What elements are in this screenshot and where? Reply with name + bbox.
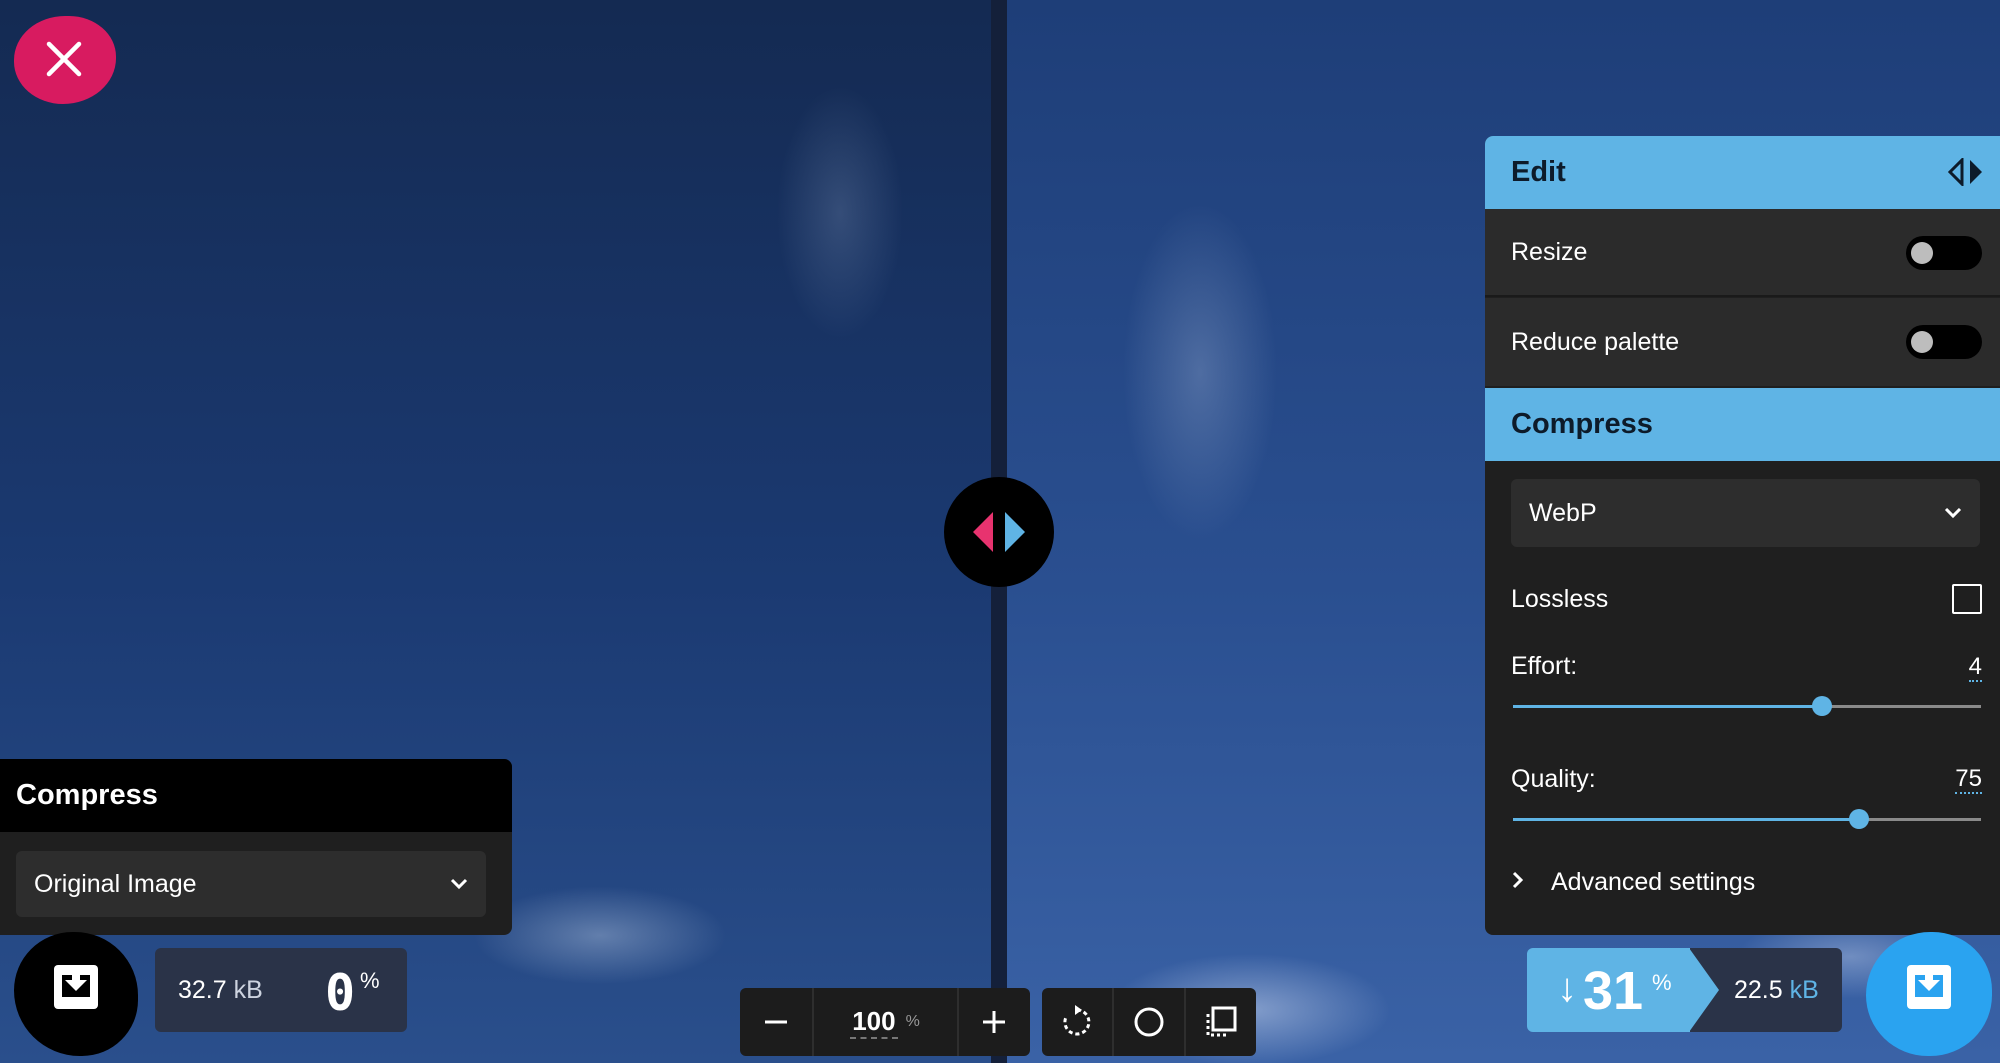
chevron-down-icon [450, 878, 468, 890]
resize-label: Resize [1511, 237, 1588, 266]
image-tools-toolbar [1042, 988, 1256, 1056]
compress-title: Compress [1511, 408, 1653, 440]
format-select[interactable]: WebP [1511, 479, 1980, 547]
effort-input[interactable]: 4 [1968, 654, 1982, 682]
zoom-toolbar: 100 % [740, 988, 1030, 1056]
download-icon [1907, 965, 1951, 1009]
download-compressed-button[interactable] [1866, 932, 1992, 1056]
close-icon [46, 41, 82, 77]
original-percent-sign: % [360, 968, 380, 993]
left-compress-title: Compress [0, 759, 512, 832]
quality-slider-fill [1513, 818, 1860, 821]
effort-slider[interactable] [1513, 696, 1981, 716]
quality-slider[interactable] [1513, 809, 1981, 829]
download-icon [54, 965, 98, 1009]
effort-slider-thumb[interactable] [1811, 696, 1832, 716]
plus-icon [983, 1011, 1006, 1033]
left-options-panel: Compress Original Image [0, 759, 512, 935]
background-toggle-button[interactable] [1112, 988, 1184, 1056]
savings-badge: ↓ 31 % [1527, 948, 1703, 1032]
original-size-stats: 32.7 kB 0 % [155, 948, 407, 1032]
down-arrow-icon: ↓ [1557, 966, 1577, 1010]
zoom-in-button[interactable] [959, 988, 1031, 1056]
original-percent: 0 [325, 964, 356, 1022]
left-method-select[interactable]: Original Image [16, 851, 486, 917]
quality-slider-thumb[interactable] [1849, 809, 1870, 829]
zoom-unit: % [905, 1013, 920, 1030]
circle-icon [1134, 1007, 1164, 1037]
edit-title: Edit [1511, 156, 1566, 188]
crop-icon [1206, 1006, 1237, 1037]
reduce-palette-row: Reduce palette [1485, 298, 2000, 386]
compressed-size-unit: kB [1789, 976, 1819, 1004]
split-arrows-icon [973, 512, 1025, 552]
reduce-palette-label: Reduce palette [1511, 327, 1680, 356]
left-method-select-value: Original Image [34, 869, 197, 898]
effort-slider-fill [1513, 705, 1822, 708]
rotate-button[interactable] [1042, 988, 1112, 1056]
minus-icon [764, 1020, 787, 1024]
resize-row: Resize [1485, 209, 2000, 297]
quality-input[interactable]: 75 [1955, 766, 1982, 794]
split-arrows-icon[interactable] [1948, 158, 1984, 186]
advanced-settings-toggle[interactable]: Advanced settings [1511, 868, 1755, 897]
original-size: 32.7 kB [178, 976, 263, 1005]
original-size-value: 32.7 [178, 976, 227, 1004]
right-options-panel: Edit Resize Reduce palette Compress WebP… [1485, 136, 2000, 935]
compressed-size-value: 22.5 [1734, 976, 1783, 1004]
rotate-icon [1063, 1005, 1091, 1036]
crop-button[interactable] [1184, 988, 1256, 1056]
compress-section-header: Compress [1485, 388, 2000, 461]
edit-section-header: Edit [1485, 136, 2000, 209]
savings-percent-sign: % [1652, 970, 1672, 995]
zoom-out-button[interactable] [740, 988, 814, 1056]
resize-toggle[interactable] [1906, 236, 1982, 270]
zoom-input[interactable]: 100 [850, 1006, 898, 1039]
chevron-right-icon [1511, 868, 1551, 897]
zoom-level: 100 % [814, 988, 959, 1056]
quality-label: Quality: [1511, 765, 1596, 793]
divider-handle[interactable] [944, 477, 1054, 587]
advanced-settings-label: Advanced settings [1551, 868, 1756, 896]
lossless-label: Lossless [1511, 585, 1609, 613]
original-size-unit: kB [233, 976, 263, 1004]
compressed-size: 22.5 kB [1734, 976, 1819, 1005]
format-select-value: WebP [1529, 498, 1597, 527]
savings-badge-tip [1689, 948, 1719, 1032]
reduce-palette-toggle[interactable] [1906, 325, 1982, 359]
savings-percent: 31 [1583, 961, 1644, 1021]
effort-label: Effort: [1511, 652, 1578, 680]
lossless-checkbox[interactable] [1952, 584, 1982, 614]
chevron-down-icon [1944, 507, 1962, 519]
